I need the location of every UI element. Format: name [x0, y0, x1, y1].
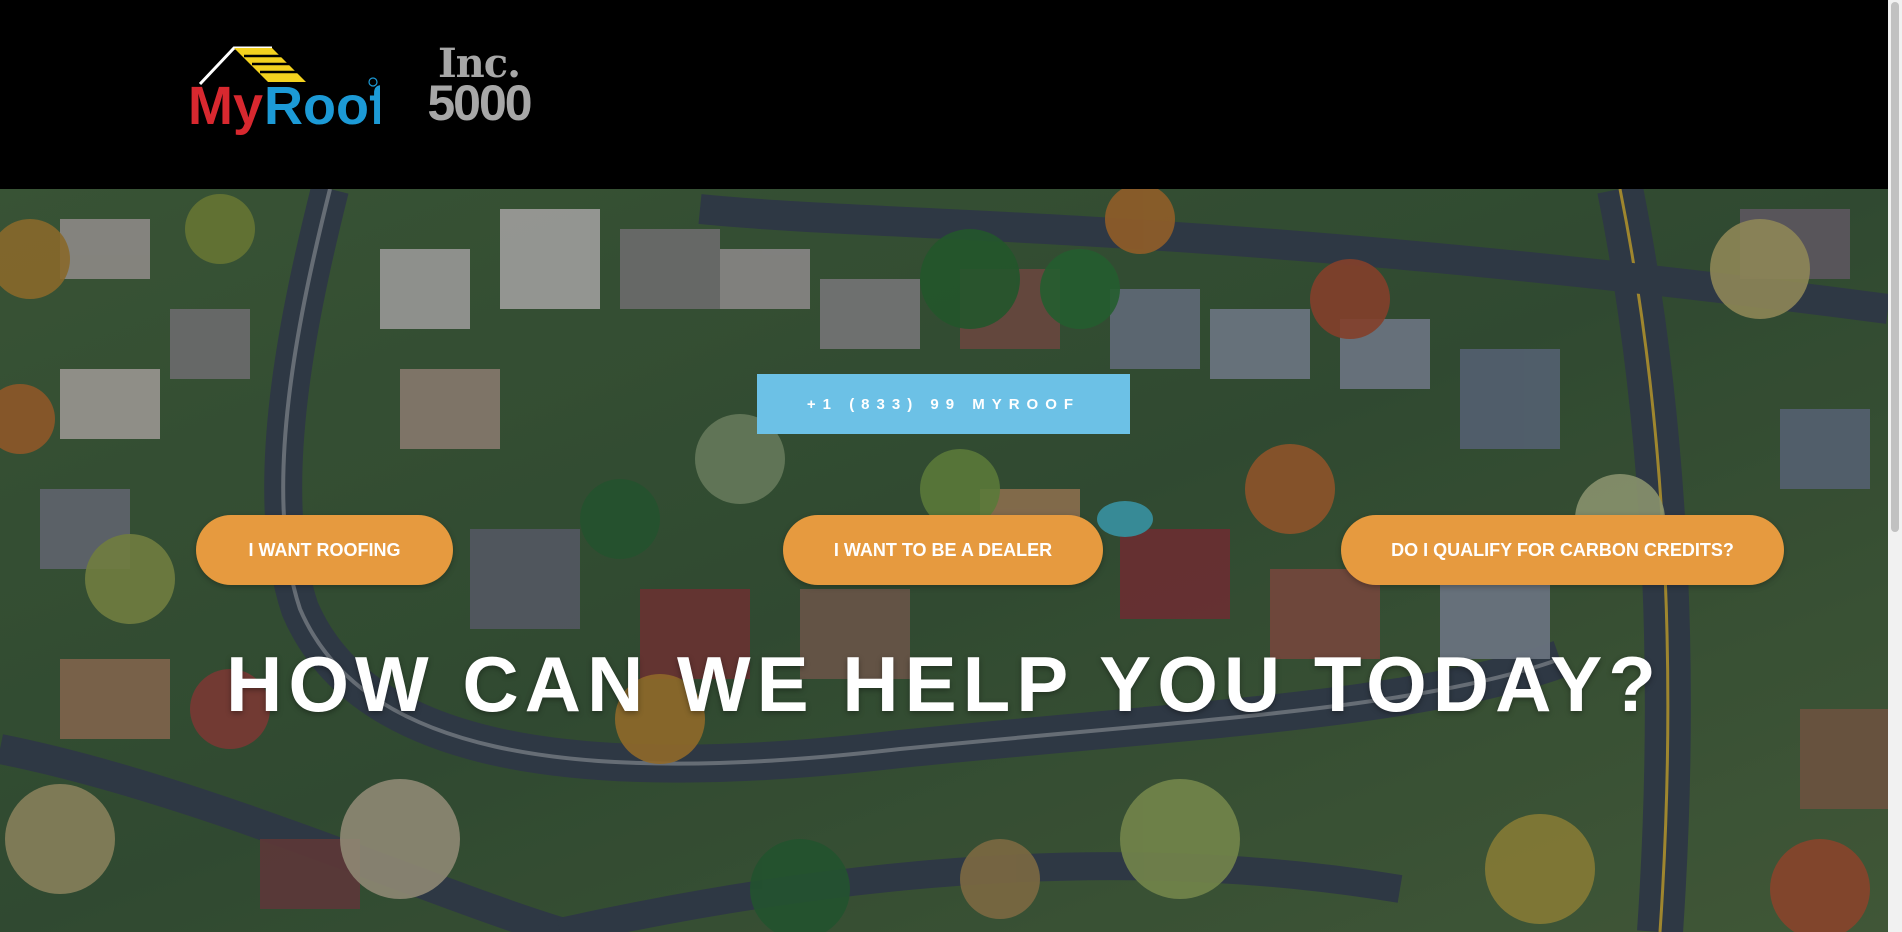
page-scrollbar[interactable] [1888, 0, 1902, 932]
scrollbar-thumb[interactable] [1891, 2, 1899, 532]
i-want-roofing-button[interactable]: I WANT ROOFING [196, 515, 453, 585]
carbon-credits-button[interactable]: DO I QUALIFY FOR CARBON CREDITS? [1341, 515, 1784, 585]
inc-number: 5000 [427, 75, 532, 131]
phone-call-button[interactable]: +1 (833) 99 MYROOF [757, 374, 1130, 434]
site-header: My Roof Inc. 5000 [0, 0, 1888, 189]
become-dealer-button[interactable]: I WANT TO BE A DEALER [783, 515, 1103, 585]
hero-section: +1 (833) 99 MYROOF I WANT ROOFING I WANT… [0, 189, 1888, 932]
hero-headline: HOW CAN WE HELP YOU TODAY? [226, 640, 1662, 728]
myroof-logo[interactable]: My Roof [186, 44, 380, 144]
inc-5000-logo: Inc. 5000 [414, 44, 544, 131]
page: My Roof Inc. 5000 +1 (833) 99 MYROOF I W… [0, 0, 1902, 932]
svg-text:Roof: Roof [264, 76, 380, 136]
svg-text:My: My [188, 76, 263, 136]
